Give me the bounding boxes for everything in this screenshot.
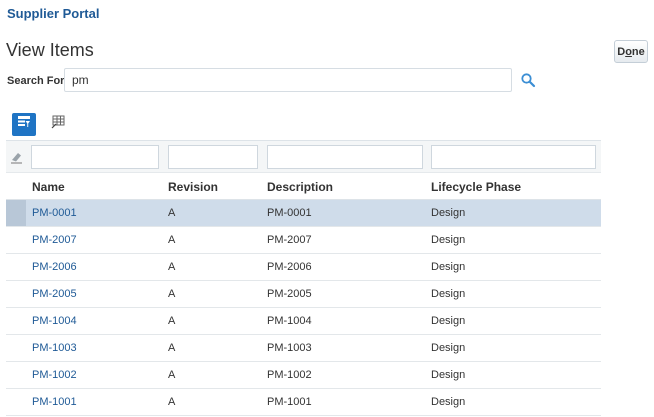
item-revision: A xyxy=(168,369,176,381)
item-name-link[interactable]: PM-1002 xyxy=(32,369,77,381)
table-row[interactable]: PM-0001 A PM-0001 Design xyxy=(6,200,601,227)
done-label-suffix: ne xyxy=(631,45,645,58)
item-name-link[interactable]: PM-2007 xyxy=(32,234,77,246)
row-selector[interactable] xyxy=(6,335,26,361)
filter-row xyxy=(6,140,601,173)
item-name-link[interactable]: PM-0001 xyxy=(32,207,77,219)
item-lifecycle: Design xyxy=(431,261,466,273)
item-revision: A xyxy=(168,288,176,300)
item-revision: A xyxy=(168,396,176,408)
row-selector[interactable] xyxy=(6,389,26,415)
column-header-revision[interactable]: Revision xyxy=(168,180,218,194)
item-lifecycle: Design xyxy=(431,396,466,408)
done-label-prefix: D xyxy=(617,45,626,58)
filter-input-revision[interactable] xyxy=(168,145,258,169)
portal-title[interactable]: Supplier Portal xyxy=(7,6,99,21)
search-input[interactable] xyxy=(64,68,512,92)
table-row[interactable]: PM-1004 A PM-1004 Design xyxy=(6,308,601,335)
item-revision: A xyxy=(168,342,176,354)
column-header-description[interactable]: Description xyxy=(267,180,333,194)
item-description: PM-1002 xyxy=(267,369,312,381)
item-description: PM-1004 xyxy=(267,315,312,327)
item-lifecycle: Design xyxy=(431,342,466,354)
item-description: PM-1003 xyxy=(267,342,312,354)
page-title: View Items xyxy=(6,40,94,60)
row-selector[interactable] xyxy=(6,254,26,280)
item-description: PM-1001 xyxy=(267,396,312,408)
items-table: Name Revision Description Lifecycle Phas… xyxy=(6,140,601,416)
item-revision: A xyxy=(168,234,176,246)
item-description: PM-2006 xyxy=(267,261,312,273)
filter-input-lifecycle[interactable] xyxy=(431,145,596,169)
item-revision: A xyxy=(168,261,176,273)
column-header-name[interactable]: Name xyxy=(32,180,65,194)
item-name-link[interactable]: PM-1004 xyxy=(32,315,77,327)
table-row[interactable]: PM-2006 A PM-2006 Design xyxy=(6,254,601,281)
item-lifecycle: Design xyxy=(431,315,466,327)
item-name-link[interactable]: PM-2006 xyxy=(32,261,77,273)
item-description: PM-2005 xyxy=(267,288,312,300)
item-name-link[interactable]: PM-2005 xyxy=(32,288,77,300)
search-icon[interactable] xyxy=(520,72,536,88)
row-selector[interactable] xyxy=(6,281,26,307)
query-by-example-button[interactable] xyxy=(12,113,36,136)
table-row[interactable]: PM-1002 A PM-1002 Design xyxy=(6,362,601,389)
detach-button[interactable] xyxy=(46,113,70,136)
item-name-link[interactable]: PM-1003 xyxy=(32,342,77,354)
column-header-lifecycle[interactable]: Lifecycle Phase xyxy=(431,180,521,194)
search-label: Search For xyxy=(7,75,65,87)
table-header-row: Name Revision Description Lifecycle Phas… xyxy=(6,173,601,200)
done-label-accesskey: o xyxy=(625,45,632,58)
row-selector[interactable] xyxy=(6,308,26,334)
row-selector[interactable] xyxy=(6,362,26,388)
filter-input-description[interactable] xyxy=(267,145,423,169)
table-row[interactable]: PM-1003 A PM-1003 Design xyxy=(6,335,601,362)
item-lifecycle: Design xyxy=(431,369,466,381)
table-row[interactable]: PM-1001 A PM-1001 Design xyxy=(6,389,601,416)
filter-input-name[interactable] xyxy=(31,145,159,169)
detach-table-icon xyxy=(51,115,65,134)
item-revision: A xyxy=(168,315,176,327)
item-description: PM-2007 xyxy=(267,234,312,246)
item-lifecycle: Design xyxy=(431,288,466,300)
item-lifecycle: Design xyxy=(431,207,466,219)
item-revision: A xyxy=(168,207,176,219)
clear-filter-icon[interactable] xyxy=(10,150,24,164)
table-row[interactable]: PM-2007 A PM-2007 Design xyxy=(6,227,601,254)
item-lifecycle: Design xyxy=(431,234,466,246)
row-selector[interactable] xyxy=(6,227,26,253)
item-name-link[interactable]: PM-1001 xyxy=(32,396,77,408)
item-description: PM-0001 xyxy=(267,207,312,219)
query-by-example-icon xyxy=(17,115,31,134)
row-selector[interactable] xyxy=(6,200,26,226)
table-row[interactable]: PM-2005 A PM-2005 Design xyxy=(6,281,601,308)
done-button[interactable]: Do ne xyxy=(614,40,648,63)
